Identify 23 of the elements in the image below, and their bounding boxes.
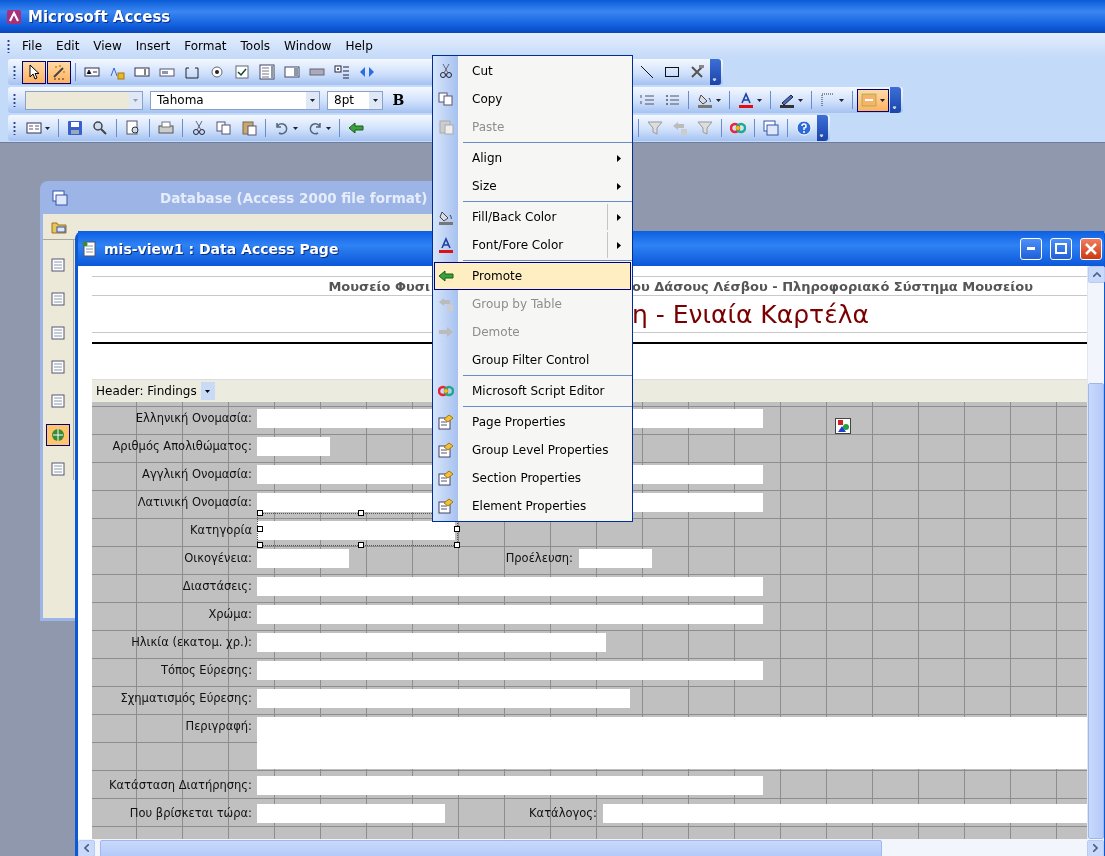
page-header-text: ου Δάσους Λέσβου - Πληροφοριακό Σύστημα Μουσείου xyxy=(632,278,1033,294)
field-label: Ηλικία (εκατομ. χρ.): xyxy=(130,634,252,649)
field-label: Κατάσταση Διατήρησης: xyxy=(108,777,252,792)
field-label: Διαστάσεις: xyxy=(181,578,252,593)
field-label: Περιγραφή: xyxy=(184,718,252,733)
field-label: Σχηματισμός Εύρεσης: xyxy=(119,690,252,705)
field-label: Λατινική Ονομασία: xyxy=(136,494,252,509)
field-label: Τόπος Εύρεσης: xyxy=(159,662,252,677)
field-label: Κατηγορία xyxy=(189,522,252,537)
field-label: Ελληνική Ονομασία: xyxy=(134,410,252,425)
field-label: Αγγλική Ονομασία: xyxy=(141,466,252,481)
field-label: Οικογένεια: xyxy=(183,550,252,565)
field-label: Χρώμα: xyxy=(207,606,252,621)
page-header-text: Μουσείο Φυσι xyxy=(328,278,430,294)
window-title: mis-view1 : Data Access Page xyxy=(104,240,339,257)
field-label: Αριθμός Απολιθώματος: xyxy=(111,438,252,453)
field-label: Προέλευση: xyxy=(504,550,573,565)
section-title: Header: Findings xyxy=(96,384,197,398)
app-title: Microsoft Access xyxy=(28,7,171,26)
window-title: Database (Access 2000 file format) xyxy=(160,189,428,206)
page-heading: η - Ενιαία Καρτέλα xyxy=(632,299,870,329)
field-label: Κατάλογος: xyxy=(528,805,597,820)
field-label: Που βρίσκεται τώρα: xyxy=(128,805,252,820)
